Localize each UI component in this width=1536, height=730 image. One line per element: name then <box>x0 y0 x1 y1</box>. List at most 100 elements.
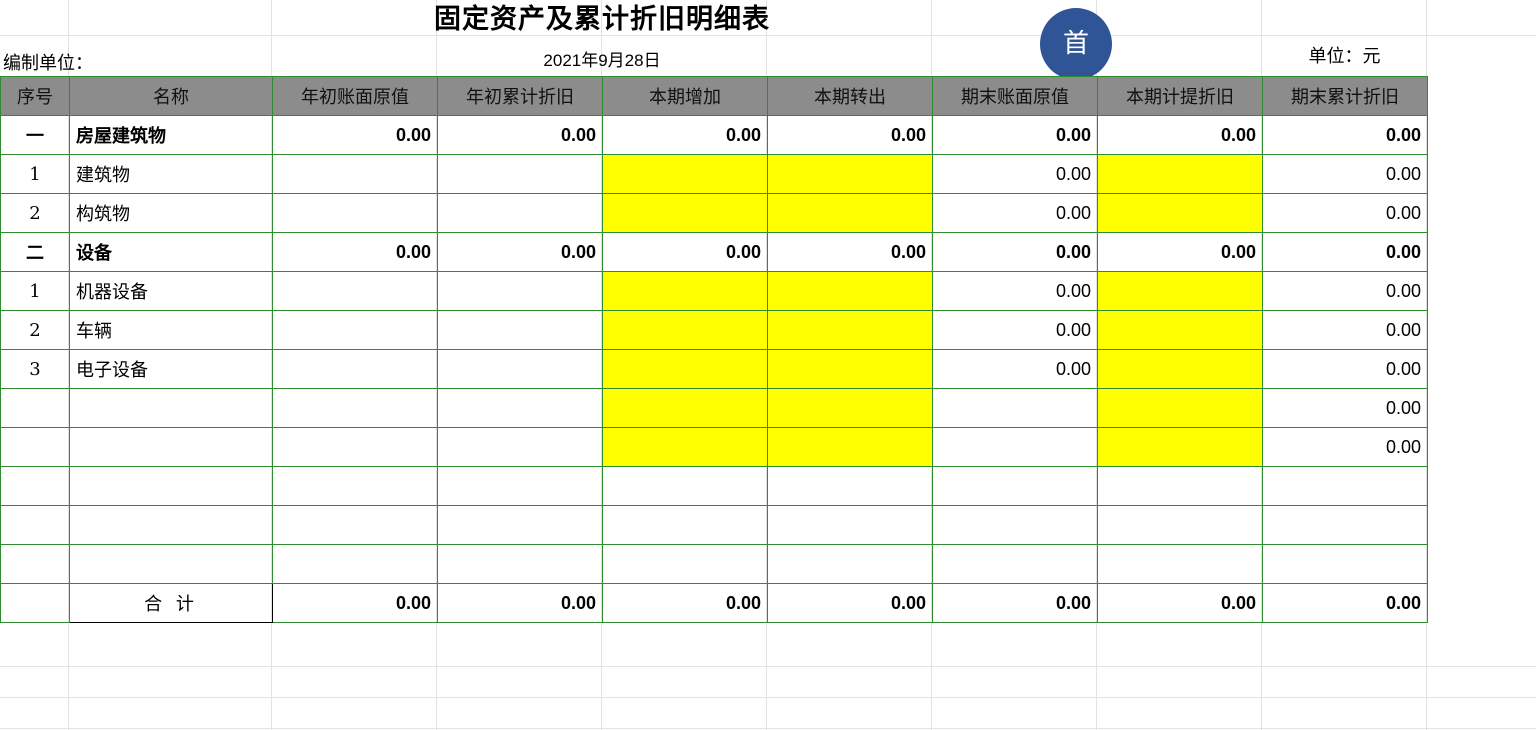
table-cell[interactable] <box>437 349 603 389</box>
table-cell[interactable] <box>602 388 768 428</box>
table-cell[interactable] <box>1097 349 1263 389</box>
table-cell[interactable]: 0.00 <box>1262 115 1428 155</box>
table-cell[interactable] <box>602 427 768 467</box>
table-cell[interactable] <box>767 388 933 428</box>
table-cell[interactable] <box>272 349 438 389</box>
table-cell[interactable]: 0.00 <box>1262 271 1428 311</box>
row-index[interactable] <box>0 466 70 506</box>
table-cell[interactable]: 0.00 <box>272 115 438 155</box>
table-cell[interactable] <box>437 310 603 350</box>
table-cell[interactable] <box>767 193 933 233</box>
col-header-closing-cost[interactable]: 期末账面原值 <box>932 76 1098 116</box>
col-header-period-depreciation[interactable]: 本期计提折旧 <box>1097 76 1263 116</box>
table-cell[interactable] <box>1097 154 1263 194</box>
table-cell[interactable]: 0.00 <box>932 310 1098 350</box>
table-cell[interactable]: 0.00 <box>932 349 1098 389</box>
table-cell[interactable] <box>1262 544 1428 584</box>
row-name[interactable]: 建筑物 <box>69 154 273 194</box>
row-index[interactable] <box>0 505 70 545</box>
row-index[interactable]: 2 <box>0 193 70 233</box>
table-cell[interactable]: 0.00 <box>932 583 1098 623</box>
col-header-additions[interactable]: 本期增加 <box>602 76 768 116</box>
table-cell[interactable] <box>767 466 933 506</box>
table-cell[interactable] <box>437 388 603 428</box>
row-index[interactable]: 二 <box>0 232 70 272</box>
table-cell[interactable] <box>767 349 933 389</box>
table-cell[interactable] <box>932 505 1098 545</box>
table-cell[interactable] <box>437 427 603 467</box>
row-index[interactable] <box>0 544 70 584</box>
row-index[interactable] <box>0 388 70 428</box>
row-name[interactable] <box>69 544 273 584</box>
table-cell[interactable] <box>272 388 438 428</box>
table-cell[interactable]: 0.00 <box>272 583 438 623</box>
row-index[interactable] <box>0 427 70 467</box>
table-cell[interactable] <box>1097 544 1263 584</box>
table-cell[interactable] <box>767 505 933 545</box>
table-cell[interactable]: 0.00 <box>767 232 933 272</box>
row-index[interactable]: 2 <box>0 310 70 350</box>
table-cell[interactable] <box>767 310 933 350</box>
table-cell[interactable]: 0.00 <box>1097 583 1263 623</box>
row-name[interactable] <box>69 505 273 545</box>
table-cell[interactable]: 0.00 <box>602 583 768 623</box>
table-cell[interactable]: 0.00 <box>1262 349 1428 389</box>
table-cell[interactable]: 0.00 <box>602 232 768 272</box>
row-name[interactable]: 构筑物 <box>69 193 273 233</box>
table-cell[interactable]: 0.00 <box>1262 310 1428 350</box>
row-name[interactable]: 电子设备 <box>69 349 273 389</box>
col-header-name[interactable]: 名称 <box>69 76 273 116</box>
table-cell[interactable] <box>1262 466 1428 506</box>
row-index[interactable]: 3 <box>0 349 70 389</box>
table-cell[interactable] <box>767 544 933 584</box>
table-cell[interactable]: 0.00 <box>272 232 438 272</box>
table-cell[interactable] <box>272 544 438 584</box>
table-cell[interactable] <box>0 583 70 623</box>
table-cell[interactable] <box>932 544 1098 584</box>
table-cell[interactable] <box>437 193 603 233</box>
table-cell[interactable]: 0.00 <box>1262 388 1428 428</box>
table-cell[interactable] <box>932 388 1098 428</box>
table-cell[interactable] <box>437 466 603 506</box>
table-cell[interactable] <box>1097 193 1263 233</box>
row-index[interactable]: 1 <box>0 154 70 194</box>
table-cell[interactable]: 0.00 <box>1262 427 1428 467</box>
table-cell[interactable] <box>767 271 933 311</box>
table-cell[interactable]: 0.00 <box>1262 154 1428 194</box>
col-header-closing-depreciation[interactable]: 期末累计折旧 <box>1262 76 1428 116</box>
table-cell[interactable] <box>932 427 1098 467</box>
table-cell[interactable] <box>932 466 1098 506</box>
col-header-index[interactable]: 序号 <box>0 76 70 116</box>
table-cell[interactable]: 0.00 <box>1262 193 1428 233</box>
table-cell[interactable] <box>1097 427 1263 467</box>
table-cell[interactable]: 0.00 <box>932 154 1098 194</box>
report-date[interactable]: 2021年9月28日 <box>437 50 767 72</box>
table-cell[interactable]: 0.00 <box>437 115 603 155</box>
row-name[interactable]: 房屋建筑物 <box>69 115 273 155</box>
table-cell[interactable]: 0.00 <box>932 193 1098 233</box>
table-cell[interactable]: 0.00 <box>932 115 1098 155</box>
table-cell[interactable] <box>272 271 438 311</box>
row-name[interactable] <box>69 466 273 506</box>
table-cell[interactable] <box>602 193 768 233</box>
table-cell[interactable] <box>437 505 603 545</box>
table-cell[interactable] <box>1262 505 1428 545</box>
table-cell[interactable] <box>602 466 768 506</box>
total-label[interactable]: 合 计 <box>69 583 273 623</box>
table-cell[interactable]: 0.00 <box>932 232 1098 272</box>
col-header-opening-depreciation[interactable]: 年初累计折旧 <box>437 76 603 116</box>
table-cell[interactable] <box>272 505 438 545</box>
table-cell[interactable]: 0.00 <box>602 115 768 155</box>
table-cell[interactable]: 0.00 <box>932 271 1098 311</box>
table-cell[interactable]: 0.00 <box>437 583 603 623</box>
table-cell[interactable] <box>602 154 768 194</box>
row-index[interactable]: 一 <box>0 115 70 155</box>
table-cell[interactable] <box>602 349 768 389</box>
row-name[interactable] <box>69 427 273 467</box>
table-cell[interactable]: 0.00 <box>767 115 933 155</box>
table-cell[interactable]: 0.00 <box>437 232 603 272</box>
table-cell[interactable]: 0.00 <box>1262 583 1428 623</box>
row-name[interactable]: 设备 <box>69 232 273 272</box>
table-cell[interactable] <box>602 505 768 545</box>
table-cell[interactable] <box>1097 466 1263 506</box>
